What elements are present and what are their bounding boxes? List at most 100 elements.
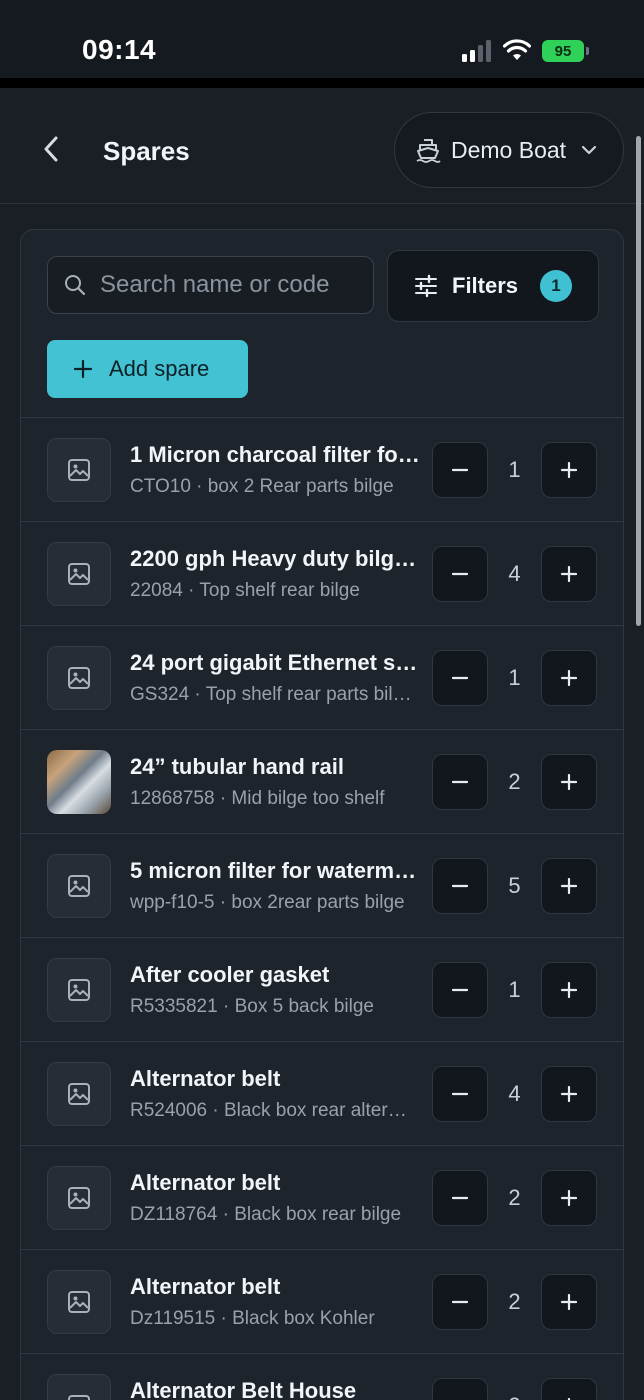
increment-button[interactable] bbox=[541, 1066, 597, 1122]
item-meta: CTO10 · box 2 Rear parts bilge bbox=[130, 476, 394, 497]
item-name: 1 Micron charcoal filter for RO bbox=[130, 442, 420, 467]
scrollbar-thumb[interactable] bbox=[636, 136, 641, 626]
image-icon bbox=[68, 667, 90, 689]
plus-icon bbox=[560, 1293, 578, 1311]
minus-icon bbox=[451, 1196, 469, 1200]
item-name: Alternator belt bbox=[130, 1274, 281, 1299]
item-image-placeholder bbox=[47, 542, 111, 606]
item-image-placeholder bbox=[47, 854, 111, 918]
plus-icon bbox=[560, 773, 578, 791]
increment-button[interactable] bbox=[541, 962, 597, 1018]
minus-icon bbox=[451, 884, 469, 888]
item-meta: DZ118764 · Black box rear bilge bbox=[130, 1204, 402, 1225]
battery-indicator: 95 bbox=[542, 40, 589, 62]
list-item[interactable]: Alternator Belt House 2 bbox=[21, 1354, 623, 1400]
item-name: Alternator belt bbox=[130, 1170, 281, 1195]
image-icon bbox=[68, 979, 90, 1001]
list-item[interactable]: 1 Micron charcoal filter for RO CTO10 · … bbox=[21, 418, 623, 522]
decrement-button[interactable] bbox=[432, 1066, 488, 1122]
decrement-button[interactable] bbox=[432, 962, 488, 1018]
list-item[interactable]: Alternator belt Dz119515 · Black box Koh… bbox=[21, 1250, 623, 1354]
increment-button[interactable] bbox=[541, 1378, 597, 1400]
increment-button[interactable] bbox=[541, 858, 597, 914]
item-image-placeholder bbox=[47, 646, 111, 710]
filters-button[interactable]: Filters 1 bbox=[387, 250, 599, 322]
item-image-placeholder bbox=[47, 1062, 111, 1126]
cellular-signal-icon bbox=[462, 40, 491, 62]
quantity-value: 2 bbox=[508, 1289, 521, 1314]
increment-button[interactable] bbox=[541, 1170, 597, 1226]
plus-icon bbox=[560, 877, 578, 895]
spares-list: 1 Micron charcoal filter for RO CTO10 · … bbox=[21, 417, 623, 1400]
item-meta: GS324 · Top shelf rear parts bilge bbox=[130, 684, 412, 705]
search-box[interactable] bbox=[47, 256, 374, 314]
item-name: Alternator Belt House bbox=[130, 1378, 357, 1400]
page-title: Spares bbox=[103, 136, 190, 166]
quantity-value: 4 bbox=[508, 561, 521, 586]
item-meta: 22084 · Top shelf rear bilge bbox=[130, 580, 360, 601]
increment-button[interactable] bbox=[541, 442, 597, 498]
add-spare-button[interactable]: Add spare bbox=[47, 340, 248, 398]
decrement-button[interactable] bbox=[432, 650, 488, 706]
back-button[interactable] bbox=[36, 134, 66, 164]
minus-icon bbox=[451, 1092, 469, 1096]
increment-button[interactable] bbox=[541, 754, 597, 810]
spares-card: Filters 1 Add spare 1 Micron charcoal fi… bbox=[20, 229, 624, 1400]
list-item[interactable]: 5 micron filter for watermaker wpp-f10-5… bbox=[21, 834, 623, 938]
list-item[interactable]: 24” tubular hand rail 12868758 · Mid bil… bbox=[21, 730, 623, 834]
list-item[interactable]: 24 port gigabit Ethernet switch GS324 · … bbox=[21, 626, 623, 730]
decrement-button[interactable] bbox=[432, 1170, 488, 1226]
item-name: 5 micron filter for watermaker bbox=[130, 858, 420, 883]
decrement-button[interactable] bbox=[432, 1274, 488, 1330]
image-icon bbox=[68, 875, 90, 897]
increment-button[interactable] bbox=[541, 546, 597, 602]
decrement-button[interactable] bbox=[432, 442, 488, 498]
plus-icon bbox=[560, 1189, 578, 1207]
image-icon bbox=[68, 1187, 90, 1209]
item-image-placeholder bbox=[47, 1374, 111, 1400]
list-item[interactable]: After cooler gasket R5335821 · Box 5 bac… bbox=[21, 938, 623, 1042]
boat-icon bbox=[416, 139, 441, 163]
app-header: Spares Demo Boat bbox=[0, 98, 644, 204]
quantity-value: 4 bbox=[508, 1081, 521, 1106]
image-icon bbox=[68, 1291, 90, 1313]
boat-selector[interactable]: Demo Boat bbox=[394, 112, 624, 188]
minus-icon bbox=[451, 572, 469, 576]
quantity-value: 2 bbox=[488, 1378, 541, 1400]
plus-icon bbox=[560, 1085, 578, 1103]
image-icon bbox=[68, 563, 90, 585]
quantity-value: 1 bbox=[508, 977, 521, 1002]
boat-name: Demo Boat bbox=[451, 136, 567, 163]
minus-icon bbox=[451, 780, 469, 784]
item-name: 24” tubular hand rail bbox=[130, 754, 344, 779]
list-item[interactable]: Alternator belt R524006 · Black box rear… bbox=[21, 1042, 623, 1146]
decrement-button[interactable] bbox=[432, 546, 488, 602]
quantity-value: 2 bbox=[508, 1185, 521, 1210]
increment-button[interactable] bbox=[541, 1274, 597, 1330]
item-meta: R524006 · Black box rear alternator bbox=[130, 1100, 412, 1121]
image-icon bbox=[68, 459, 90, 481]
item-image-placeholder bbox=[47, 438, 111, 502]
quantity-value: 1 bbox=[508, 665, 521, 690]
minus-icon bbox=[451, 468, 469, 472]
item-meta: 12868758 · Mid bilge too shelf bbox=[130, 788, 385, 809]
search-input[interactable] bbox=[100, 271, 360, 299]
item-name: 24 port gigabit Ethernet switch bbox=[130, 650, 420, 675]
filters-label: Filters bbox=[452, 273, 519, 298]
plus-icon bbox=[560, 565, 578, 583]
list-item[interactable]: 2200 gph Heavy duty bilge pump 22084 · T… bbox=[21, 522, 623, 626]
item-image-placeholder bbox=[47, 958, 111, 1022]
status-bar: 09:14 95 bbox=[0, 0, 644, 88]
item-image-placeholder bbox=[47, 1270, 111, 1334]
image-icon bbox=[68, 1083, 90, 1105]
increment-button[interactable] bbox=[541, 650, 597, 706]
list-item[interactable]: Alternator belt DZ118764 · Black box rea… bbox=[21, 1146, 623, 1250]
item-image-placeholder bbox=[47, 1166, 111, 1230]
chevron-left-icon bbox=[44, 136, 58, 162]
decrement-button[interactable] bbox=[432, 858, 488, 914]
decrement-button[interactable] bbox=[432, 1378, 488, 1400]
decrement-button[interactable] bbox=[432, 754, 488, 810]
item-name: 2200 gph Heavy duty bilge pump bbox=[130, 546, 420, 571]
plus-icon bbox=[560, 981, 578, 999]
item-name: Alternator belt bbox=[130, 1066, 281, 1091]
